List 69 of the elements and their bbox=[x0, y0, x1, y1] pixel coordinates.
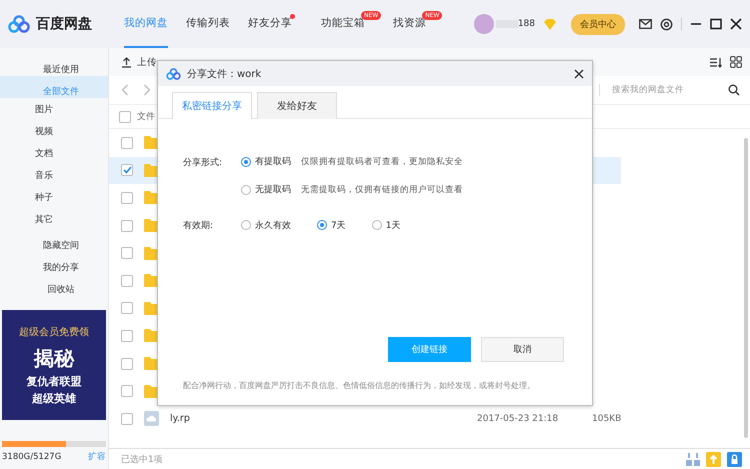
select-all-checkbox[interactable] bbox=[119, 110, 131, 122]
row-checkbox[interactable] bbox=[121, 385, 133, 398]
file-date: 2017-05-23 21:18 bbox=[477, 414, 560, 424]
upload-box-icon[interactable] bbox=[706, 452, 721, 466]
user-id: 188 bbox=[518, 19, 535, 29]
selection-status: 已选中1项 bbox=[121, 454, 163, 466]
sidebar-item[interactable]: 隐藏空间 bbox=[0, 230, 108, 252]
radio-option[interactable]: 1天 bbox=[372, 218, 400, 232]
vip-diamond-icon bbox=[543, 18, 557, 30]
sidebar-item[interactable]: 种子 bbox=[0, 186, 108, 208]
grid-view-icon[interactable] bbox=[730, 56, 742, 68]
cloud-file-icon bbox=[144, 411, 159, 426]
file-name[interactable]: ly.rp bbox=[170, 413, 466, 424]
row-checkbox[interactable] bbox=[121, 274, 133, 287]
row-checkbox[interactable] bbox=[121, 136, 133, 149]
vip-center-button[interactable]: 会员中心 bbox=[571, 14, 625, 34]
storage-usage: 3180G/5127G bbox=[2, 452, 62, 462]
settings-icon[interactable] bbox=[660, 18, 673, 30]
option-hint: 无需提取码，仅拥有链接的用户可以查看 bbox=[301, 184, 463, 196]
app-name: 百度网盘 bbox=[36, 15, 92, 33]
notice-text: 配合净网行动，百度网盘严厉打击不良信息、色情低俗信息的传播行为，如经发现，或将封号处理。 bbox=[183, 380, 536, 391]
file-size: 105KB bbox=[592, 414, 622, 424]
search-field[interactable]: 搜索我的网盘文件 bbox=[599, 84, 740, 96]
column-header[interactable]: 文件 bbox=[137, 110, 155, 123]
dialog-title: 分享文件：work bbox=[187, 68, 262, 80]
maximize-icon[interactable] bbox=[710, 18, 722, 30]
promo-banner[interactable]: 超级会员免费领 揭秘 复仇者联盟 超级英雄 bbox=[2, 310, 106, 420]
radio-option[interactable]: 永久有效 bbox=[241, 218, 291, 232]
sidebar-item[interactable]: 图片 bbox=[0, 98, 108, 120]
nav-tab[interactable]: 好友分享 bbox=[248, 0, 292, 48]
row-checkbox[interactable] bbox=[121, 412, 133, 425]
sidebar-item[interactable]: 回收站 bbox=[0, 274, 108, 296]
form-label: 有效期: bbox=[183, 220, 214, 232]
search-icon[interactable] bbox=[728, 84, 740, 96]
avatar[interactable] bbox=[474, 14, 494, 34]
row-checkbox[interactable] bbox=[121, 330, 133, 342]
dialog-tab[interactable]: 发给好友 bbox=[257, 92, 337, 119]
sidebar-item[interactable]: 音乐 bbox=[0, 164, 108, 186]
sort-icon[interactable] bbox=[709, 56, 722, 68]
sidebar-item[interactable]: 我的分享 bbox=[0, 252, 108, 274]
cloud-logo-icon bbox=[166, 68, 181, 80]
mail-icon[interactable] bbox=[639, 19, 652, 29]
grid-dots-icon[interactable] bbox=[686, 452, 700, 466]
close-icon[interactable] bbox=[730, 18, 742, 30]
close-icon[interactable] bbox=[574, 68, 584, 78]
sidebar-item[interactable]: 文档 bbox=[0, 142, 108, 164]
scrollbar[interactable] bbox=[744, 138, 748, 438]
sidebar-item[interactable]: 最近使用 bbox=[0, 54, 108, 76]
row-checkbox[interactable] bbox=[121, 220, 133, 232]
radio-option[interactable]: 无提取码 bbox=[241, 183, 291, 196]
radio-option[interactable]: 7天 bbox=[317, 218, 346, 232]
option-hint: 仅限拥有提取码者可查看，更加隐私安全 bbox=[301, 156, 463, 168]
upload-icon bbox=[121, 56, 132, 68]
blurred-username bbox=[496, 20, 518, 28]
dialog-tab[interactable]: 私密链接分享 bbox=[172, 92, 252, 119]
nav-tab[interactable]: 传输列表 bbox=[186, 0, 230, 48]
upload-button[interactable]: 上传 bbox=[121, 56, 157, 68]
radio-option[interactable]: 有提取码 bbox=[241, 155, 291, 168]
form-label: 分享形式: bbox=[183, 156, 224, 170]
row-checkbox[interactable] bbox=[121, 358, 133, 370]
sidebar-item[interactable]: 其它 bbox=[0, 208, 108, 230]
row-checkbox[interactable] bbox=[121, 192, 133, 204]
cancel-button[interactable]: 取消 bbox=[481, 337, 564, 362]
row-checkbox[interactable] bbox=[121, 164, 133, 176]
sidebar-item[interactable]: 视频 bbox=[0, 120, 108, 142]
row-checkbox[interactable] bbox=[121, 247, 133, 260]
cloud-logo-icon bbox=[8, 15, 30, 33]
lock-box-icon[interactable] bbox=[727, 452, 742, 466]
row-checkbox[interactable] bbox=[121, 302, 133, 314]
